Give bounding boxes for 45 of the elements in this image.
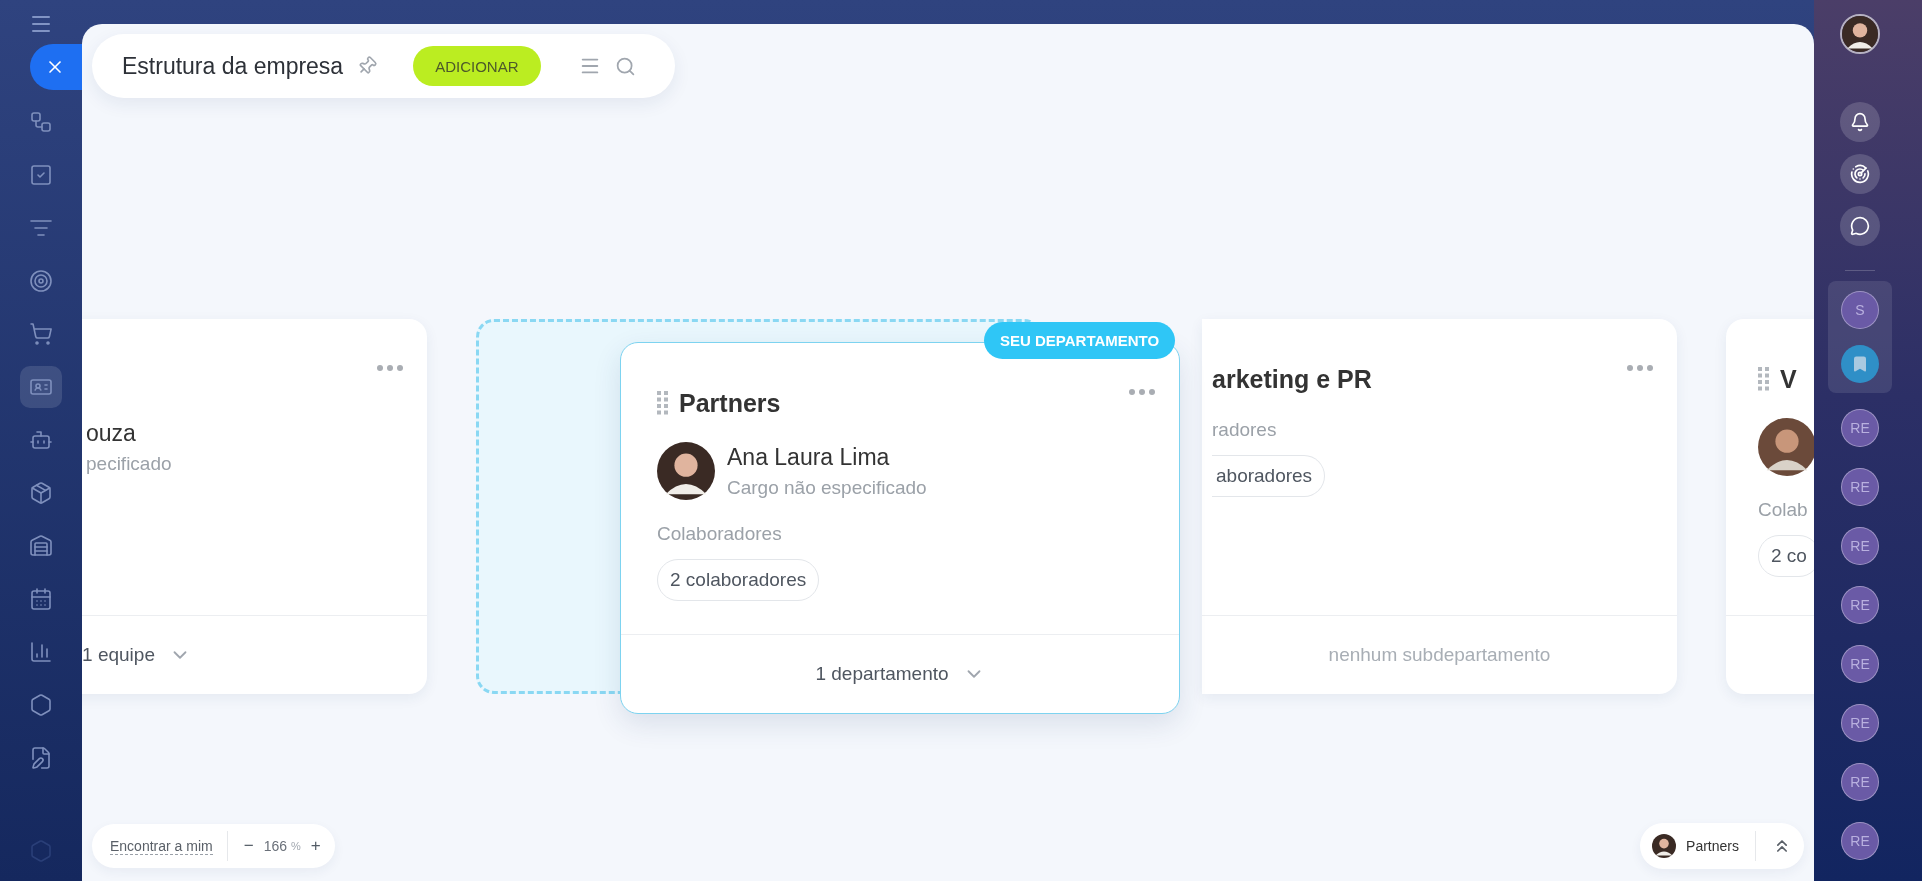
current-department-name[interactable]: Partners [1686, 838, 1739, 854]
add-button[interactable]: ADICIONAR [413, 46, 541, 86]
department-card[interactable]: V Colab 2 co [1726, 319, 1814, 694]
subdepartments-link[interactable]: 1 departamento [815, 663, 949, 685]
subdepartments-link[interactable]: 1 equipe [82, 644, 155, 666]
search-icon[interactable] [614, 55, 636, 77]
employees-label: Colab [1758, 499, 1808, 521]
more-icon[interactable] [1129, 389, 1155, 395]
head-name: ouza [86, 419, 137, 447]
more-icon[interactable] [1627, 365, 1653, 371]
employees-count[interactable]: 2 colaboradores [657, 559, 820, 601]
page-title: Estrutura da empresa [122, 52, 344, 80]
id-card-icon[interactable] [20, 366, 62, 408]
zoom-out-button[interactable]: − [241, 836, 256, 856]
avatar [1758, 418, 1814, 476]
employees-count[interactable]: aboradores [1212, 455, 1326, 497]
drag-handle-icon[interactable] [1758, 367, 1770, 391]
own-department-badge: SEU DEPARTAMENTO [984, 322, 1176, 359]
pin-icon[interactable] [357, 56, 378, 76]
zoom-value: 166 [263, 838, 287, 854]
close-button[interactable] [30, 44, 82, 90]
more-icon[interactable] [377, 365, 403, 371]
drag-handle-icon[interactable] [657, 391, 669, 415]
head-name: Ana Laura Lima [727, 443, 891, 471]
zoom-unit: % [291, 840, 301, 852]
chat-icon[interactable] [1840, 206, 1880, 246]
avatar [657, 442, 715, 500]
department-title: Partners [679, 388, 781, 418]
department-title: arketing e PR [1212, 364, 1372, 394]
zoom-in-button[interactable]: + [308, 836, 323, 856]
department-title: V [1780, 364, 1797, 394]
subdepartments-link: nenhum subdepartamento [1328, 644, 1551, 666]
find-me-link[interactable]: Encontrar a mim [110, 837, 213, 855]
avatar [1842, 16, 1878, 52]
employees-label: Colaboradores [657, 523, 782, 545]
employees-label: radores [1212, 419, 1277, 441]
employees-count[interactable]: 2 co [1758, 535, 1814, 577]
head-role: pecificado [86, 452, 172, 475]
bookmark-icon[interactable] [1841, 345, 1879, 383]
department-card[interactable]: ouza pecificado 1 equipe [82, 319, 427, 694]
department-card[interactable]: arketing e PR radores aboradores nenhum subdepartamento [1202, 319, 1677, 694]
head-role: Cargo não especificado [727, 476, 927, 499]
radar-icon[interactable] [1840, 154, 1880, 194]
bell-icon[interactable] [1840, 102, 1880, 142]
avatar [1652, 834, 1677, 858]
